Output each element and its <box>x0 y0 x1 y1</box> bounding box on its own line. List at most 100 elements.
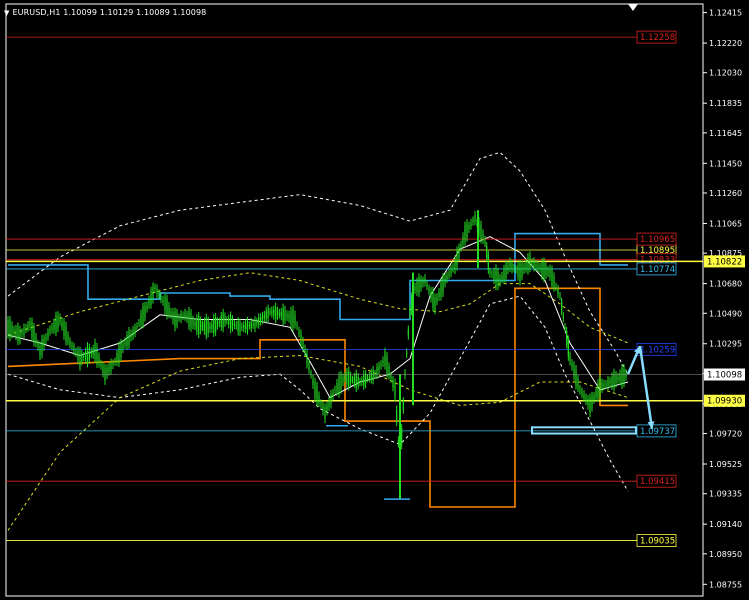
candle-body <box>294 314 296 325</box>
candle-body <box>621 368 623 386</box>
candle-body <box>559 295 561 297</box>
candle-body <box>601 382 603 390</box>
candle-body <box>23 327 25 335</box>
candle-body <box>53 322 55 330</box>
candle-body <box>366 377 369 379</box>
candle-body <box>96 346 98 364</box>
candle-body <box>589 397 591 414</box>
candle-body <box>230 315 232 330</box>
candle-body <box>318 395 320 403</box>
candle-body <box>292 309 294 328</box>
candle-body <box>226 320 228 322</box>
candle-body <box>454 259 456 271</box>
candle-body <box>282 307 284 322</box>
candle-body <box>104 367 106 381</box>
candle-body <box>67 335 69 342</box>
candle-body <box>298 330 300 334</box>
candle-body <box>130 333 132 338</box>
candle-body <box>302 340 304 349</box>
chart-window[interactable]: 1.12415 1.12220 1.12030 1.11835 1.11645 1.114… <box>0 0 749 600</box>
channel-orange <box>7 287 628 508</box>
candle-body <box>59 317 61 322</box>
candle-body <box>164 297 166 311</box>
candle-body <box>252 324 254 326</box>
candle-body <box>71 345 73 347</box>
candle-body <box>493 271 495 281</box>
candle-body <box>278 312 280 315</box>
candle-body <box>156 288 158 295</box>
candle-body <box>216 321 219 326</box>
candle-body <box>316 385 318 404</box>
candle-body <box>409 308 411 315</box>
candle-body <box>562 315 564 319</box>
candle-body <box>178 317 180 319</box>
candle-body <box>462 236 464 244</box>
candle-body <box>384 351 386 366</box>
candle-body <box>86 345 89 364</box>
candle-body <box>306 352 308 365</box>
level-label: 1.10259 <box>640 345 675 355</box>
candle-body <box>231 319 234 328</box>
candle-body <box>515 269 517 271</box>
candle-body <box>382 360 384 364</box>
candle-body <box>489 271 491 274</box>
y-tick-label: 1.09335 <box>709 490 742 499</box>
candle-body <box>450 268 452 274</box>
candle-body <box>224 316 226 323</box>
candle-body <box>276 310 279 316</box>
candle-body <box>438 292 440 298</box>
price-candles <box>7 210 627 500</box>
candle-body <box>228 318 230 325</box>
candle-body <box>284 309 286 321</box>
candle-body <box>615 374 617 384</box>
candle-body <box>353 376 355 384</box>
candle-body <box>523 266 525 271</box>
candle-body <box>468 225 470 230</box>
price-chart[interactable]: 1.12415 1.12220 1.12030 1.11835 1.11645 1.114… <box>0 0 749 600</box>
candle-body <box>200 320 202 331</box>
window-menu-icon[interactable] <box>628 4 638 12</box>
candle-body <box>203 321 205 331</box>
candle-body <box>88 347 90 360</box>
candle-body <box>501 275 503 280</box>
candle-body <box>190 313 192 328</box>
candle-body <box>617 376 619 380</box>
candle-body <box>146 305 148 309</box>
candle-body <box>533 260 535 268</box>
candle-body <box>43 338 45 347</box>
candle-body <box>140 313 142 325</box>
candle-body <box>275 306 277 320</box>
collapse-triangle-icon[interactable]: ▼ <box>4 9 9 17</box>
candle-body <box>198 315 200 335</box>
candle-body <box>571 362 573 367</box>
candle-body <box>474 214 476 222</box>
candle-body <box>511 263 513 270</box>
y-tick-label: 1.08950 <box>709 550 742 559</box>
channel-yellow-dashed-lower <box>7 354 629 531</box>
candle-body <box>209 325 211 329</box>
candle-body <box>404 372 406 376</box>
candle-body <box>25 328 27 330</box>
candle-body <box>595 391 597 397</box>
y-tick-label: 1.10295 <box>709 340 742 349</box>
level-label: 1.09415 <box>640 477 675 487</box>
candle-body <box>184 312 186 317</box>
candle-body <box>300 333 302 344</box>
candle-body <box>368 375 370 379</box>
candle-body <box>196 317 198 332</box>
candle-body <box>392 379 394 388</box>
candle-body <box>7 320 9 335</box>
candle-body <box>567 339 569 357</box>
candle-body <box>31 321 33 338</box>
candle-body <box>90 351 92 355</box>
candle-body <box>564 326 566 328</box>
candle-body <box>527 256 529 271</box>
candle-body <box>77 350 79 361</box>
candle-body <box>390 375 392 379</box>
candle-body <box>15 328 17 337</box>
channel-yellow-dashed-upper <box>7 272 629 344</box>
candle-body <box>495 268 497 287</box>
candle-body <box>609 380 611 384</box>
candle-body <box>134 327 136 334</box>
candle-body <box>126 334 128 347</box>
